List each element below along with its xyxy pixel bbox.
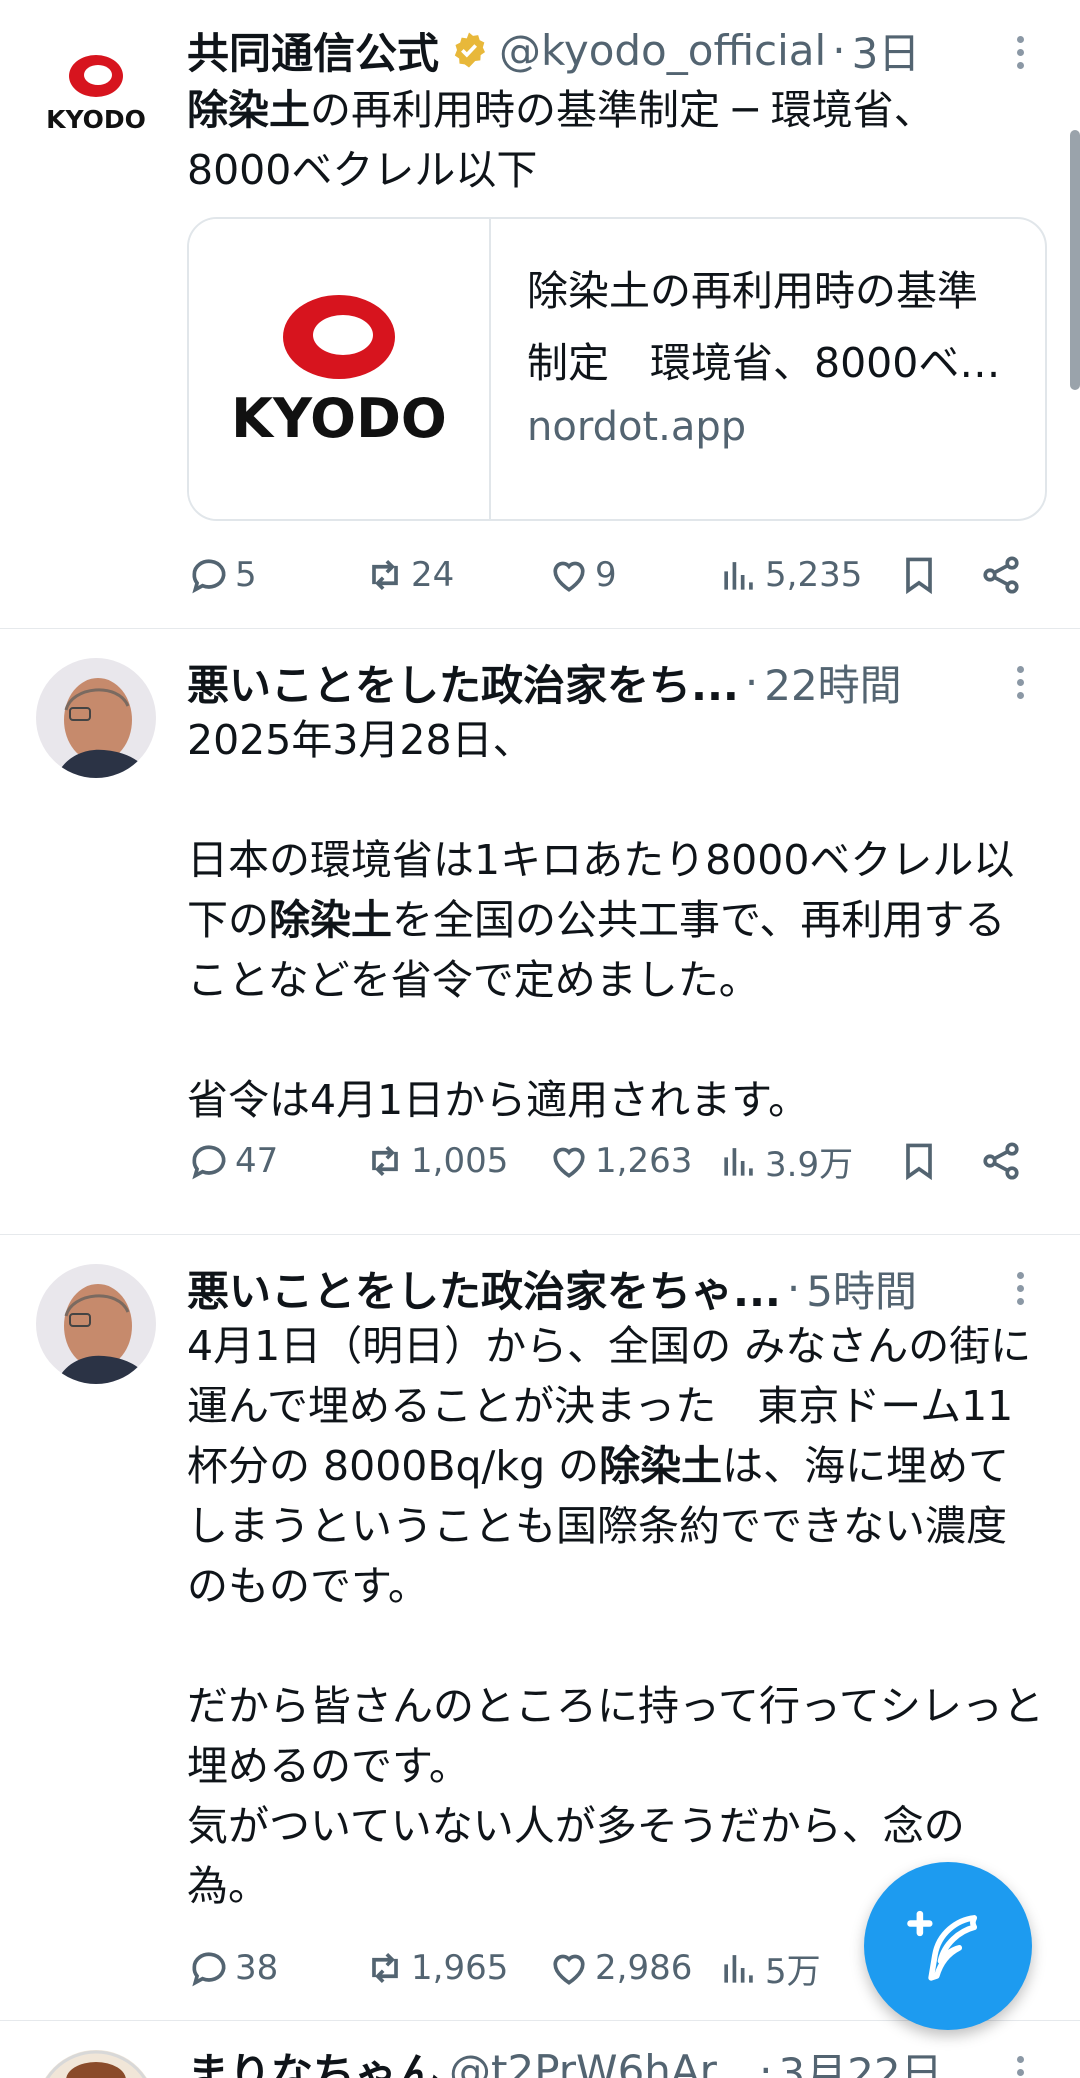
highlight-term: 除染土 [599, 1442, 723, 1490]
tweet-marina[interactable]: まりなちゃん @t2PrW6hAr... · 3月22日 [0, 2020, 1080, 2078]
card-thumbnail: KYODO [189, 219, 491, 519]
avatar-image-icon [45, 2050, 147, 2078]
person-photo-icon [36, 658, 156, 778]
avatar-politician[interactable] [36, 658, 156, 778]
person-photo-icon [36, 1264, 156, 1384]
retweet-count: 24 [411, 555, 455, 595]
verified-badge-icon [454, 32, 486, 68]
retweet-count: 1,965 [411, 1948, 509, 1988]
avatar-kyodo[interactable]: KYODO [36, 40, 156, 160]
like-icon [553, 561, 585, 592]
share-icon [983, 1142, 1019, 1180]
more-icon[interactable] [1008, 1260, 1032, 1316]
views-count: 5万 [765, 1951, 821, 1992]
more-icon[interactable] [1008, 654, 1032, 710]
retweet-icon [372, 1952, 398, 1984]
tweet-kyodo[interactable]: KYODO 共同通信公式 @kyodo_official · 3日 除染土の再利… [0, 0, 1080, 629]
separator-dot: · [786, 1263, 801, 1313]
share-button[interactable] [979, 545, 1027, 605]
like-icon [553, 1147, 585, 1178]
post-time[interactable]: 3月22日 [779, 2042, 943, 2078]
card-logo-text: KYODO [231, 387, 447, 450]
like-count: 1,263 [595, 1141, 693, 1181]
compose-icon [907, 1910, 978, 1981]
tweet-text: 除染土の再利用時の基準制定 ─ 環境省、 8000ベクレル以下 [187, 80, 1044, 200]
retweet-icon [372, 559, 398, 591]
card-title: 除染土の再利用時の基準制定 環境省、8000ベクレル以下 [527, 267, 1001, 387]
bookmark-icon [906, 1143, 932, 1181]
highlight-term: 除染土 [187, 86, 310, 134]
author-handle[interactable]: @t2PrW6hAr... [449, 2046, 753, 2078]
reply-count: 5 [235, 555, 257, 595]
post-time[interactable]: 3日 [852, 22, 921, 78]
like-button[interactable]: 2,986 [547, 1938, 692, 1998]
like-button[interactable]: 9 [547, 545, 617, 605]
retweet-icon [372, 1145, 398, 1177]
reply-button[interactable]: 5 [187, 545, 257, 605]
avatar-marina[interactable] [36, 2050, 156, 2078]
avatar-logo-text: KYODO [46, 105, 146, 134]
link-card[interactable]: KYODO 除染土の再利用時の基準制定 環境省、8000ベクレル以下 nordo… [187, 217, 1047, 521]
kyodo-card-logo-icon: KYODO [231, 295, 447, 450]
author-handle[interactable]: @kyodo_official [499, 26, 826, 75]
post-time[interactable]: 5時間 [806, 1260, 917, 1316]
more-icon[interactable] [1008, 2044, 1032, 2078]
retweet-button[interactable]: 24 [363, 545, 454, 605]
reply-count: 38 [235, 1948, 279, 1988]
retweet-button[interactable]: 1,965 [363, 1938, 508, 1998]
views-button[interactable]: 5,235 [717, 545, 862, 605]
views-count: 5,235 [765, 555, 863, 595]
compose-button[interactable] [864, 1862, 1032, 2030]
retweet-button[interactable]: 1,005 [363, 1131, 508, 1191]
reply-icon [192, 559, 226, 594]
bookmark-button[interactable] [897, 1131, 945, 1191]
tweet-text: 2025年3月28日、 日本の環境省は1キロあたり8000ベクレル以下の除染土を… [187, 710, 1044, 1130]
tweet-header: 共同通信公式 @kyodo_official · 3日 [187, 22, 1010, 78]
separator-dot: · [759, 2045, 773, 2078]
author-name[interactable]: まりなちゃん [187, 2042, 439, 2078]
tweet-text-part-2: は、海に埋めてしまうということも国際条約でできない濃度のものです。 だから皆さん… [187, 1442, 1044, 1910]
post-time[interactable]: 22時間 [764, 654, 901, 710]
views-icon [724, 1955, 753, 1983]
reply-button[interactable]: 38 [187, 1938, 278, 1998]
separator-dot: · [832, 25, 846, 75]
like-count: 9 [595, 555, 617, 595]
kyodo-logo-icon: KYODO [46, 55, 146, 134]
views-count: 3.9万 [765, 1144, 854, 1185]
tweet-header: 悪いことをした政治家をちゃ... · 5時間 [187, 1260, 1010, 1316]
bookmark-button[interactable] [897, 545, 945, 605]
retweet-count: 1,005 [411, 1141, 509, 1181]
like-count: 2,986 [595, 1948, 693, 1988]
views-button[interactable]: 3.9万 [717, 1131, 853, 1191]
more-icon[interactable] [1008, 24, 1032, 80]
tweet-politician-1[interactable]: 悪いことをした政治家をち... · 22時間 2025年3月28日、 日本の環境… [0, 628, 1080, 1235]
views-button[interactable]: 5万 [717, 1938, 821, 1998]
author-name[interactable]: 共同通信公式 [187, 22, 439, 78]
tweet-header: まりなちゃん @t2PrW6hAr... · 3月22日 [187, 2042, 1010, 2078]
highlight-term: 除染土 [269, 896, 392, 944]
reply-icon [192, 1145, 226, 1180]
views-icon [724, 1148, 753, 1176]
share-button[interactable] [979, 1131, 1027, 1191]
separator-dot: · [744, 657, 759, 707]
reply-button[interactable]: 47 [187, 1131, 278, 1191]
action-bar: 47 1,005 1,263 3.9万 [187, 1131, 1050, 1191]
reply-count: 47 [235, 1141, 279, 1181]
bookmark-icon [906, 557, 932, 595]
author-name[interactable]: 悪いことをした政治家をちゃ... [187, 1260, 781, 1316]
like-icon [553, 1954, 585, 1985]
card-domain: nordot.app [527, 404, 747, 450]
tweet-header: 悪いことをした政治家をち... · 22時間 [187, 654, 1010, 710]
card-info: 除染土の再利用時の基準制定 環境省、8000ベクレル以下 nordot.app [491, 219, 1045, 519]
tweet-text: 4月1日（明日）から、全国の みなさんの街に運んで埋めることが決まった 東京ドー… [187, 1316, 1044, 1916]
author-name[interactable]: 悪いことをした政治家をち... [187, 654, 739, 710]
avatar-politician[interactable] [36, 1264, 156, 1384]
share-icon [983, 556, 1019, 594]
action-bar: 5 24 9 5,235 [187, 545, 1050, 605]
reply-icon [192, 1952, 226, 1987]
views-icon [724, 562, 753, 590]
like-button[interactable]: 1,263 [547, 1131, 692, 1191]
